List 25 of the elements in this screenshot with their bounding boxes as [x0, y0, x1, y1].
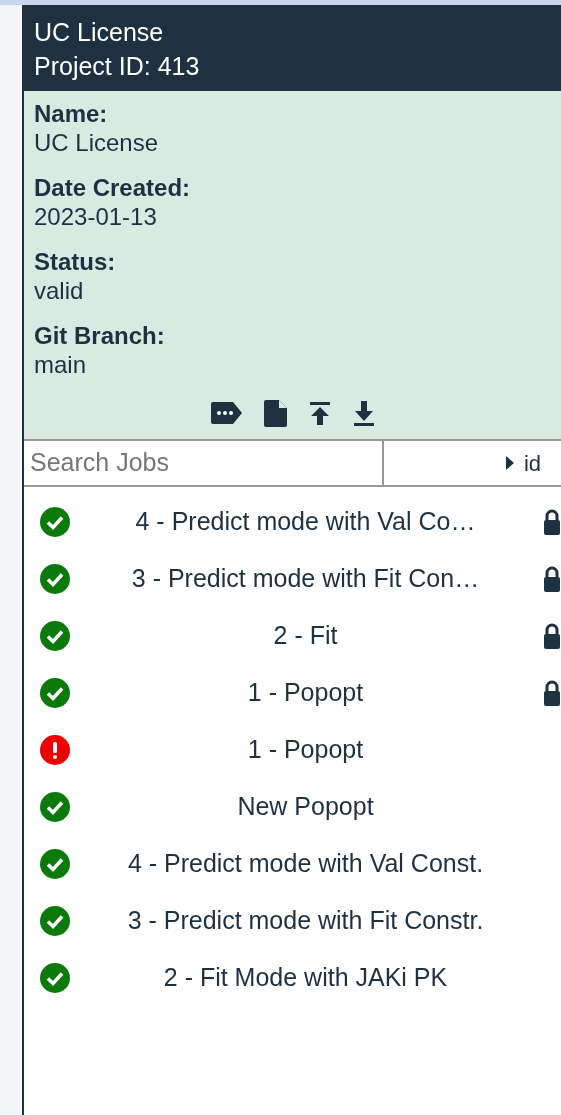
field-value: valid — [34, 276, 85, 305]
job-item[interactable]: 3 - Predict mode with Fit Con… — [24, 550, 561, 607]
field-label: Status: — [34, 247, 117, 276]
job-item[interactable]: New Popopt — [24, 778, 561, 835]
job-item[interactable]: 1 - Popopt — [24, 664, 561, 721]
file-icon[interactable] — [263, 399, 288, 427]
download-icon[interactable] — [351, 399, 376, 427]
caret-icon — [505, 456, 514, 470]
job-item[interactable]: 2 - Fit — [24, 607, 561, 664]
job-item[interactable]: 4 - Predict mode with Val Const. — [24, 835, 561, 892]
tag-icon[interactable] — [209, 399, 244, 427]
project-title: UC License — [34, 17, 165, 48]
field-value: main — [34, 350, 88, 379]
sort-button[interactable]: id — [384, 441, 561, 485]
job-item[interactable]: 1 - Popopt — [24, 721, 561, 778]
field-label: Date Created: — [34, 173, 192, 202]
job-item[interactable]: 4 - Predict mode with Val Co… — [24, 493, 561, 550]
field-value: 2023-01-13 — [34, 202, 158, 231]
field-value: UC License — [34, 128, 160, 157]
job-item[interactable]: 3 - Predict mode with Fit Constr. — [24, 892, 561, 949]
field-label: Git Branch: — [34, 321, 166, 350]
job-item[interactable]: 2 - Fit Mode with JAKi PK — [24, 949, 561, 1006]
field-label: Name: — [34, 99, 109, 128]
upload-icon[interactable] — [307, 399, 332, 427]
project-id: Project ID: 413 — [34, 51, 201, 82]
